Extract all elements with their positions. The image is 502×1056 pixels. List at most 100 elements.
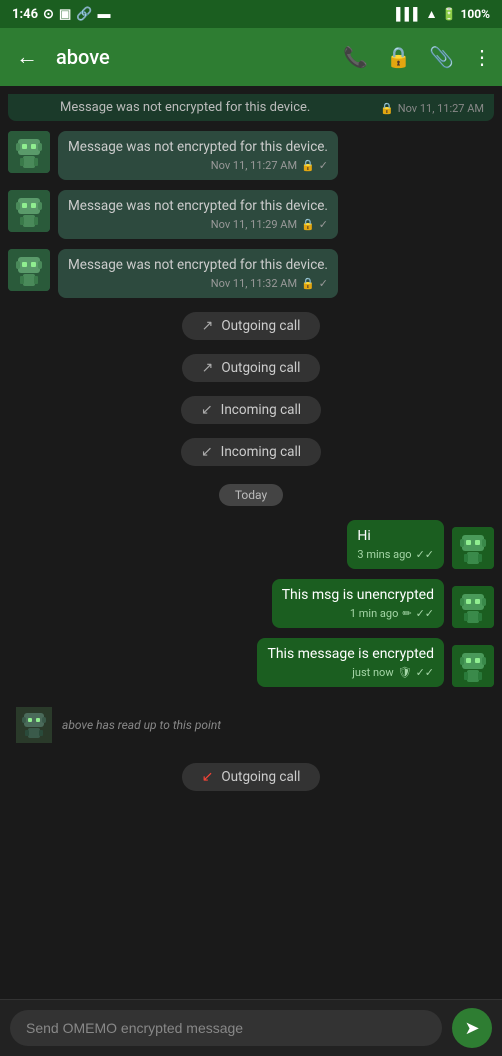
check-icon: ✓ — [319, 277, 328, 290]
message-bubble-sent: This msg is unencrypted 1 min ago ✏ ✓✓ — [272, 579, 444, 628]
msg-time: Nov 11, 11:29 AM — [211, 218, 297, 231]
partial-msg-meta: 🔒 Nov 11, 11:27 AM — [380, 102, 484, 115]
avatar-img — [8, 131, 50, 173]
lock-icon: 🔒 — [301, 218, 315, 231]
send-button[interactable]: ➤ — [452, 1008, 492, 1048]
send-icon: ➤ — [464, 1018, 479, 1039]
call-log-item: ↙ Incoming call — [8, 396, 494, 424]
avatar — [8, 131, 50, 173]
incoming-call-icon: ↙ — [201, 444, 213, 460]
check-double-icon: ✓✓ — [416, 607, 434, 620]
call-log-item: ↗ Outgoing call — [8, 312, 494, 340]
sent-avatar — [452, 586, 494, 628]
edit-icon: ✏ — [402, 607, 411, 620]
call-log-item-bottom: ↙ Outgoing call — [8, 763, 494, 791]
message-bubble-sent: Hi 3 mins ago ✓✓ — [347, 520, 444, 569]
avatar — [8, 249, 50, 291]
message-row: Message was not encrypted for this devic… — [8, 131, 494, 180]
sent-avatar-img — [452, 645, 494, 687]
call-label: Outgoing call — [221, 318, 300, 334]
status-icon-2: ▣ — [59, 7, 71, 22]
signal-icon: ▌▌▌ — [396, 7, 422, 21]
message-row-sent: Hi 3 mins ago ✓✓ — [8, 520, 494, 569]
back-icon: ← — [16, 45, 38, 70]
message-text: This message is encrypted — [267, 646, 434, 662]
battery-icon: 🔋 — [442, 7, 457, 21]
message-text: Message was not encrypted for this devic… — [68, 139, 328, 155]
sent-avatar — [452, 527, 494, 569]
read-receipt-avatar-img — [16, 707, 52, 743]
call-label: Outgoing call — [221, 360, 300, 376]
message-row: Message was not encrypted for this devic… — [8, 190, 494, 239]
header: ← above 📞 🔒 📎 ⋮ — [0, 28, 502, 86]
partial-message: Message was not encrypted for this devic… — [8, 94, 494, 121]
read-receipt-text: above has read up to this point — [62, 718, 221, 732]
message-row-sent: This msg is unencrypted 1 min ago ✏ ✓✓ — [8, 579, 494, 628]
message-bubble: Message was not encrypted for this devic… — [58, 190, 338, 239]
call-label: Incoming call — [221, 444, 301, 460]
today-divider: Today — [8, 484, 494, 506]
status-left: 1:46 ⊙ ▣ 🔗 ▬ — [12, 6, 110, 22]
call-log-item: ↙ Incoming call — [8, 438, 494, 466]
menu-button[interactable]: ⋮ — [472, 45, 492, 69]
attach-button[interactable]: 📎 — [429, 45, 454, 69]
status-icon-1: ⊙ — [43, 7, 54, 22]
call-bubble: ↙ Incoming call — [181, 396, 321, 424]
incoming-call-icon: ↙ — [201, 402, 213, 418]
status-right: ▌▌▌ ▲ 🔋 100% — [396, 7, 490, 21]
call-bubble: ↙ Outgoing call — [182, 763, 321, 791]
msg-time: 1 min ago — [350, 607, 398, 620]
status-bar: 1:46 ⊙ ▣ 🔗 ▬ ▌▌▌ ▲ 🔋 100% — [0, 0, 502, 28]
message-input[interactable] — [10, 1010, 442, 1046]
back-button[interactable]: ← — [10, 38, 44, 76]
message-meta: 1 min ago ✏ ✓✓ — [282, 607, 434, 620]
message-meta: just now 🛡 ✓✓ — [267, 666, 434, 679]
avatar — [8, 190, 50, 232]
check-icon: ✓ — [319, 218, 328, 231]
avatar-img — [8, 249, 50, 291]
message-text: Hi — [357, 528, 434, 544]
lock-icon: 🔒 — [301, 159, 315, 172]
message-text: Message was not encrypted for this devic… — [68, 198, 328, 214]
chat-title[interactable]: above — [56, 45, 331, 69]
status-icon-4: ▬ — [97, 6, 110, 22]
message-bubble: Message was not encrypted for this devic… — [58, 131, 338, 180]
sent-avatar — [452, 645, 494, 687]
message-meta: Nov 11, 11:29 AM 🔒 ✓ — [68, 218, 328, 231]
outgoing-call-icon: ↗ — [202, 360, 214, 376]
message-meta: Nov 11, 11:27 AM 🔒 ✓ — [68, 159, 328, 172]
msg-time: Nov 11, 11:32 AM — [211, 277, 297, 290]
message-bubble: Message was not encrypted for this devic… — [58, 249, 338, 298]
message-text: Message was not encrypted for this devic… — [68, 257, 328, 273]
sent-avatar-img — [452, 527, 494, 569]
check-double-icon: ✓✓ — [416, 666, 434, 679]
call-label: Incoming call — [221, 402, 301, 418]
message-row: Message was not encrypted for this devic… — [8, 249, 494, 298]
missed-call-icon: ↙ — [202, 769, 214, 785]
call-bubble: ↗ Outgoing call — [182, 354, 321, 382]
lock-icon: 🔒 — [380, 102, 394, 115]
avatar-img — [8, 190, 50, 232]
message-bubble-sent: This message is encrypted just now 🛡 ✓✓ — [257, 638, 444, 687]
header-icons: 📞 🔒 📎 ⋮ — [343, 45, 492, 69]
time: 1:46 — [12, 7, 38, 22]
shield-icon: 🛡 — [398, 666, 412, 679]
msg-time: just now — [352, 666, 393, 679]
status-icon-3: 🔗 — [76, 7, 92, 22]
lock-button[interactable]: 🔒 — [386, 45, 411, 69]
lock-icon: 🔒 — [301, 277, 315, 290]
chat-area: Message was not encrypted for this devic… — [0, 86, 502, 881]
outgoing-call-icon: ↗ — [202, 318, 214, 334]
check-double-icon: ✓✓ — [416, 548, 434, 561]
message-meta: Nov 11, 11:32 AM 🔒 ✓ — [68, 277, 328, 290]
read-receipt: above has read up to this point — [8, 701, 494, 749]
input-bar: ➤ — [0, 999, 502, 1056]
read-receipt-avatar — [16, 707, 52, 743]
battery-pct: 100% — [460, 7, 490, 21]
check-icon: ✓ — [319, 159, 328, 172]
message-row-sent: This message is encrypted just now 🛡 ✓✓ — [8, 638, 494, 687]
call-bubble: ↙ Incoming call — [181, 438, 321, 466]
phone-button[interactable]: 📞 — [343, 45, 368, 69]
today-badge: Today — [219, 484, 283, 506]
message-text: This msg is unencrypted — [282, 587, 434, 603]
